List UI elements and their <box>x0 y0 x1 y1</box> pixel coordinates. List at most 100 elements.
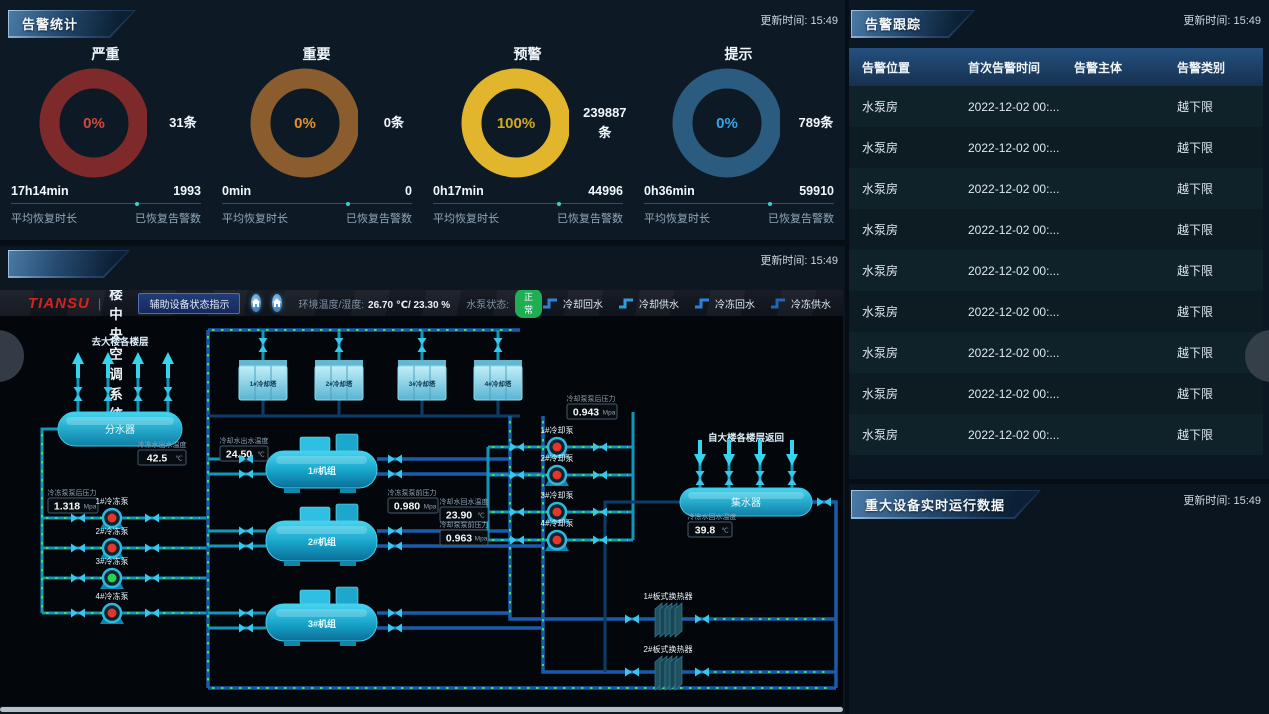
recovered-count-value: 59910 <box>799 184 834 198</box>
svg-text:4#冷冻泵: 4#冷冻泵 <box>96 591 129 601</box>
donut-percent: 0% <box>716 115 738 132</box>
from-floors-label: 自大楼各楼层返回 <box>708 432 784 444</box>
cooling-supply-temp-box: 冷却水出水温度 24.50 ℃ <box>220 436 269 461</box>
hvac-diagram: 去大楼各楼层 分水器 冷冻水出水温度 42.5 ℃ <box>0 316 843 706</box>
hvac-scada-view: TIANSU | 第二住院大楼中央空调系统 辅助设备状态指示 环境温度/湿度:2… <box>0 290 843 706</box>
divider-dot <box>768 202 772 206</box>
equipment-title: 重大设备实时运行数据 <box>865 495 1005 514</box>
avg-recovery-value: 17h14min <box>11 184 69 198</box>
chilled-pump-4[interactable]: 4#冷冻泵 <box>71 591 159 624</box>
recovered-count-value: 44996 <box>588 184 623 198</box>
svg-text:3#冷却泵: 3#冷却泵 <box>541 490 574 500</box>
cooling-return-temp-box: 冷却水回水温度 23.90 ℃ <box>440 497 489 522</box>
avg-recovery-label: 平均恢复时长 <box>644 210 710 226</box>
gauge-stats: 0h36min 59910 平均恢复时长 已恢复告警数 <box>644 184 834 226</box>
svg-text:2#冷却塔: 2#冷却塔 <box>326 379 353 388</box>
env-temp-humidity-label: 环境温度/湿度:26.70 ℃/ 23.30 % <box>298 296 450 311</box>
pipe-elbow-icon <box>694 298 710 309</box>
recovered-count-label: 已恢复告警数 <box>768 210 834 226</box>
chilled-pump-3[interactable]: 3#冷冻泵 <box>71 556 159 589</box>
cooling-tower-1[interactable]: 1#冷却塔 <box>239 338 287 400</box>
gauge-donut-row: 0% 31条 <box>0 62 211 184</box>
pump-status-badge: 正常 <box>515 290 542 318</box>
gauge-donut-row: 100% 239887条 <box>422 62 633 184</box>
heat-exchanger-2[interactable]: 2#板式换热器 <box>625 644 709 690</box>
table-row[interactable]: 水泵房 2022-12-02 00:... 越下限 <box>849 209 1263 250</box>
gauge-title: 严重 <box>0 44 211 62</box>
table-row[interactable]: 水泵房 2022-12-02 00:... 越下限 <box>849 86 1263 127</box>
legend-chilled-return: 冷冻回水 <box>694 296 755 311</box>
alarm-track-table: 告警位置 首次告警时间 告警主体 告警类别 水泵房 2022-12-02 00:… <box>849 48 1263 455</box>
chiller-unit-2[interactable]: 2#机组 <box>239 504 402 566</box>
svg-text:℃: ℃ <box>721 527 728 535</box>
svg-text:℃: ℃ <box>477 512 484 520</box>
donut-chart-important: 0% <box>249 67 358 179</box>
svg-text:2#机组: 2#机组 <box>308 536 336 547</box>
home-icon <box>251 298 261 308</box>
cooling-pump-2[interactable]: 2#冷却泵 <box>510 453 607 486</box>
gauge-title: 重要 <box>211 44 422 62</box>
scada-horizontal-scrollbar[interactable] <box>0 707 843 712</box>
cooling-tower-4[interactable]: 4#冷却塔 <box>474 338 522 400</box>
table-row[interactable]: 水泵房 2022-12-02 00:... 越下限 <box>849 291 1263 332</box>
home-icon <box>272 298 282 308</box>
gauge-count: 0条 <box>366 113 422 133</box>
svg-text:4#冷却塔: 4#冷却塔 <box>485 379 512 388</box>
gauge-count: 789条 <box>788 113 844 133</box>
divider-dot <box>346 202 350 206</box>
svg-text:冷冻水回水温度: 冷冻水回水温度 <box>688 512 737 521</box>
equipment-data-panel: 重大设备实时运行数据 更新时间: 15:49 <box>849 484 1269 714</box>
chilled-supply-temp-box: 冷冻水出水温度 42.5 ℃ <box>138 440 187 465</box>
heat-exchanger-1[interactable]: 1#板式换热器 <box>625 591 709 637</box>
svg-text:0.943: 0.943 <box>573 407 599 419</box>
cooling-tower-3[interactable]: 3#冷却塔 <box>398 338 446 400</box>
table-row[interactable]: 水泵房 2022-12-02 00:... 越下限 <box>849 373 1263 414</box>
alarm-stats-header-ribbon: 告警统计 <box>8 10 136 38</box>
stats-divider <box>11 203 201 204</box>
gauge-stats: 0h17min 44996 平均恢复时长 已恢复告警数 <box>433 184 623 226</box>
gauge-stats: 17h14min 1993 平均恢复时长 已恢复告警数 <box>11 184 201 226</box>
chiller-unit-3[interactable]: 3#机组 <box>239 587 402 646</box>
gauge-title: 预警 <box>422 44 633 62</box>
table-row[interactable]: 水泵房 2022-12-02 00:... 越下限 <box>849 168 1263 209</box>
supply-arrows <box>72 352 174 412</box>
donut-percent: 100% <box>497 115 535 132</box>
table-body: 水泵房 2022-12-02 00:... 越下限 水泵房 2022-12-02… <box>849 86 1263 455</box>
svg-text:冷却水出水温度: 冷却水出水温度 <box>220 436 269 445</box>
alarm-stats-panel: 告警统计 更新时间: 15:49 严重 0% 31条 17h14min 1993 <box>0 0 845 240</box>
gauge-donut-row: 0% 789条 <box>633 62 844 184</box>
gauge-donut-row: 0% 0条 <box>211 62 422 184</box>
donut-percent: 0% <box>83 115 105 132</box>
recovered-count-label: 已恢复告警数 <box>135 210 201 226</box>
svg-text:2#冷却泵: 2#冷却泵 <box>541 453 574 463</box>
cooling-tower-2[interactable]: 2#冷却塔 <box>315 338 363 400</box>
svg-text:1#冷却泵: 1#冷却泵 <box>541 425 574 435</box>
svg-text:3#冷冻泵: 3#冷冻泵 <box>96 556 129 566</box>
return-arrows <box>694 440 798 488</box>
svg-text:集水器: 集水器 <box>731 496 761 509</box>
table-row[interactable]: 水泵房 2022-12-02 00:... 越下限 <box>849 332 1263 373</box>
equipment-update-time: 更新时间: 15:49 <box>1183 492 1261 508</box>
pump-status-label: 水泵状态: <box>466 296 509 311</box>
avg-recovery-label: 平均恢复时长 <box>11 210 77 226</box>
alarm-stats-title: 告警统计 <box>22 14 78 33</box>
avg-recovery-label: 平均恢复时长 <box>433 210 499 226</box>
table-row[interactable]: 水泵房 2022-12-02 00:... 越下限 <box>849 127 1263 168</box>
tiansu-logo: TIANSU <box>28 295 90 312</box>
pipe-legend: 冷却回水 冷却供水 冷冻回水 <box>542 296 831 311</box>
chilled-pump-2[interactable]: 2#冷冻泵 <box>71 526 159 559</box>
table-row[interactable]: 水泵房 2022-12-02 00:... 越下限 <box>849 414 1263 455</box>
svg-text:2#板式换热器: 2#板式换热器 <box>644 644 693 654</box>
svg-text:冷冻水出水温度: 冷冻水出水温度 <box>138 440 187 449</box>
aux-equipment-status-button[interactable]: 辅助设备状态指示 <box>138 293 240 314</box>
home-button-1[interactable] <box>251 294 261 312</box>
svg-text:23.90: 23.90 <box>446 510 472 522</box>
legend-cooling-return: 冷却回水 <box>542 296 603 311</box>
col-header-subject: 告警主体 <box>1061 59 1164 76</box>
to-floors-label: 去大楼各楼层 <box>91 336 149 348</box>
table-row[interactable]: 水泵房 2022-12-02 00:... 越下限 <box>849 250 1263 291</box>
home-button-2[interactable] <box>272 294 282 312</box>
chilled-pump-after-pressure-box: 冷冻泵泵后压力 1.318 Mpa <box>48 488 99 513</box>
svg-text:冷冻泵泵前压力: 冷冻泵泵前压力 <box>388 488 437 497</box>
col-header-first-time: 首次告警时间 <box>955 59 1061 76</box>
